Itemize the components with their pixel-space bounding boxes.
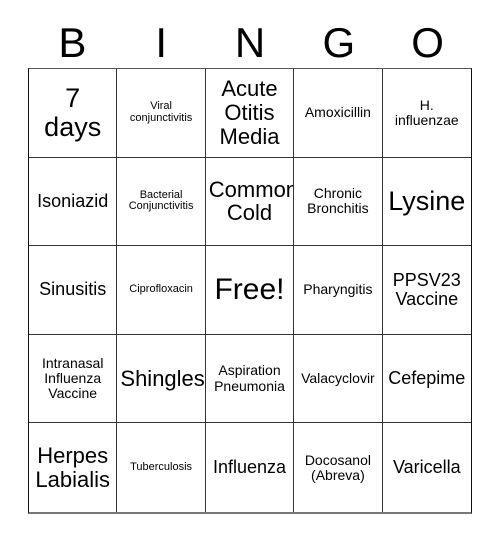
bingo-cell-label: Aspiration Pneumonia <box>214 362 285 394</box>
bingo-header-letter-i: I <box>155 19 168 66</box>
bingo-cell[interactable]: Viral conjunctivitis <box>117 69 206 158</box>
bingo-cell[interactable]: Chronic Bronchitis <box>294 157 383 247</box>
bingo-cell-label: Viral conjunctivitis <box>129 99 193 124</box>
bingo-cell-label: Varicella <box>392 456 461 477</box>
bingo-header-letter-n: N <box>234 19 266 66</box>
bingo-cell[interactable]: Valacyclovir <box>294 334 383 424</box>
bingo-cell[interactable]: H. influenzae <box>382 69 471 158</box>
bingo-cell-label: Isoniazid <box>37 190 109 211</box>
bingo-cell-label: Bacterial Conjunctivitis <box>128 188 194 213</box>
bingo-cell-label: Shingles <box>120 365 205 391</box>
bingo-cell-label: Docosanol (Abreva) <box>304 451 371 483</box>
bingo-cell-label: Herpes Labialis <box>35 442 110 492</box>
bingo-cell[interactable]: Herpes Labialis <box>29 423 118 512</box>
bingo-cell-label: H. influenzae <box>394 96 459 128</box>
bingo-cell[interactable]: 7 days <box>29 69 118 158</box>
bingo-cell[interactable]: Sinusitis <box>29 246 118 335</box>
bingo-header-letter-g: G <box>322 19 356 66</box>
bingo-cell-label: 7 days <box>44 82 102 142</box>
bingo-cell[interactable]: Acute Otitis Media <box>205 69 295 158</box>
bingo-cell[interactable]: Varicella <box>382 423 471 512</box>
bingo-cell-label: Free! <box>214 272 285 306</box>
bingo-cell-label: Influenza <box>212 456 287 477</box>
bingo-cell[interactable]: Intranasal Influenza Vaccine <box>29 334 118 424</box>
bingo-cell[interactable]: Docosanol (Abreva) <box>294 423 383 512</box>
bingo-cell[interactable]: Shingles <box>117 334 206 424</box>
bingo-cell[interactable]: Influenza <box>205 423 295 512</box>
bingo-cell[interactable]: PPSV23 Vaccine <box>382 246 471 335</box>
bingo-cell[interactable]: Amoxicillin <box>294 69 383 158</box>
bingo-cell-label: Ciprofloxacin <box>129 283 193 296</box>
bingo-header-letter-b: B <box>58 19 87 66</box>
bingo-cell-label: Valacyclovir <box>301 370 375 387</box>
bingo-cell[interactable]: Aspiration Pneumonia <box>205 334 295 424</box>
bingo-cell-label: Sinusitis <box>39 279 107 300</box>
bingo-cell[interactable]: Ciprofloxacin <box>117 246 206 335</box>
bingo-cell[interactable]: Common Cold <box>205 157 295 247</box>
bingo-cell[interactable]: Isoniazid <box>29 157 118 247</box>
bingo-cell-label: Intranasal Influenza Vaccine <box>41 354 104 402</box>
bingo-cell-label: Acute Otitis Media <box>219 76 280 149</box>
bingo-cell-label: Tuberculosis <box>130 460 193 473</box>
bingo-cell-label: Common Cold <box>208 176 295 226</box>
bingo-free-space[interactable]: Free! <box>205 246 295 335</box>
bingo-cell[interactable]: Lysine <box>382 157 471 247</box>
bingo-cell-label: Lysine <box>388 185 466 216</box>
bingo-cell[interactable]: Pharyngitis <box>294 246 383 335</box>
bingo-cell-label: Chronic Bronchitis <box>307 185 369 217</box>
bingo-cell[interactable]: Tuberculosis <box>117 423 206 512</box>
bingo-cell-label: Pharyngitis <box>303 281 373 298</box>
bingo-card: B I N G O 7 days Viral conjunctivitis Acut… <box>0 0 500 544</box>
bingo-cell[interactable]: Cefepime <box>382 334 471 424</box>
bingo-header-letter-o: O <box>411 19 444 66</box>
bingo-cell-label: Amoxicillin <box>304 104 371 121</box>
bingo-cell[interactable]: Bacterial Conjunctivitis <box>117 157 206 247</box>
bingo-grid: 7 days Viral conjunctivitis Acute Otitis M… <box>28 68 472 514</box>
bingo-cell-label: Cefepime <box>388 367 466 388</box>
bingo-header: B I N G O <box>28 18 472 68</box>
bingo-cell-label: PPSV23 Vaccine <box>392 269 461 309</box>
